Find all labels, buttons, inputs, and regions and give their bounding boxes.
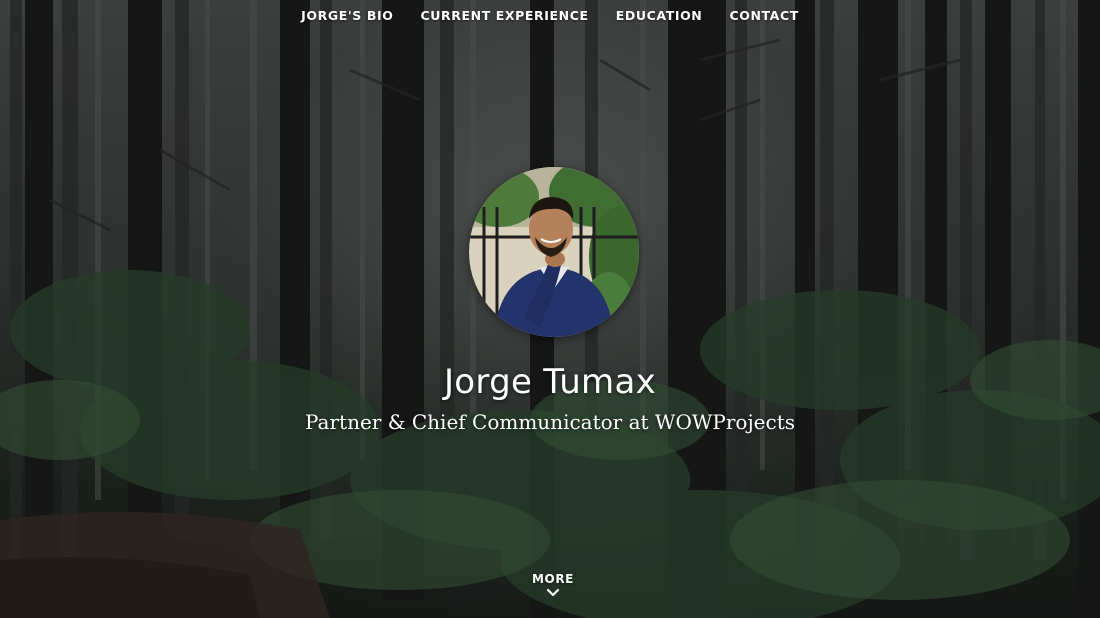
nav-item-bio[interactable]: JORGE'S BIO [301, 8, 393, 23]
profile-avatar [469, 167, 639, 337]
nav-item-education[interactable]: EDUCATION [616, 8, 703, 23]
nav-item-current-experience[interactable]: CURRENT EXPERIENCE [421, 8, 589, 23]
chevron-down-icon [546, 588, 560, 597]
nav-item-contact[interactable]: CONTACT [729, 8, 798, 23]
profile-name: Jorge Tumax [443, 362, 657, 402]
top-navigation: JORGE'S BIO CURRENT EXPERIENCE EDUCATION… [0, 5, 1100, 24]
more-label: MORE [532, 572, 574, 586]
profile-tagline: Partner & Chief Communicator at WOWProje… [304, 410, 796, 434]
more-button[interactable]: MORE [503, 572, 603, 598]
